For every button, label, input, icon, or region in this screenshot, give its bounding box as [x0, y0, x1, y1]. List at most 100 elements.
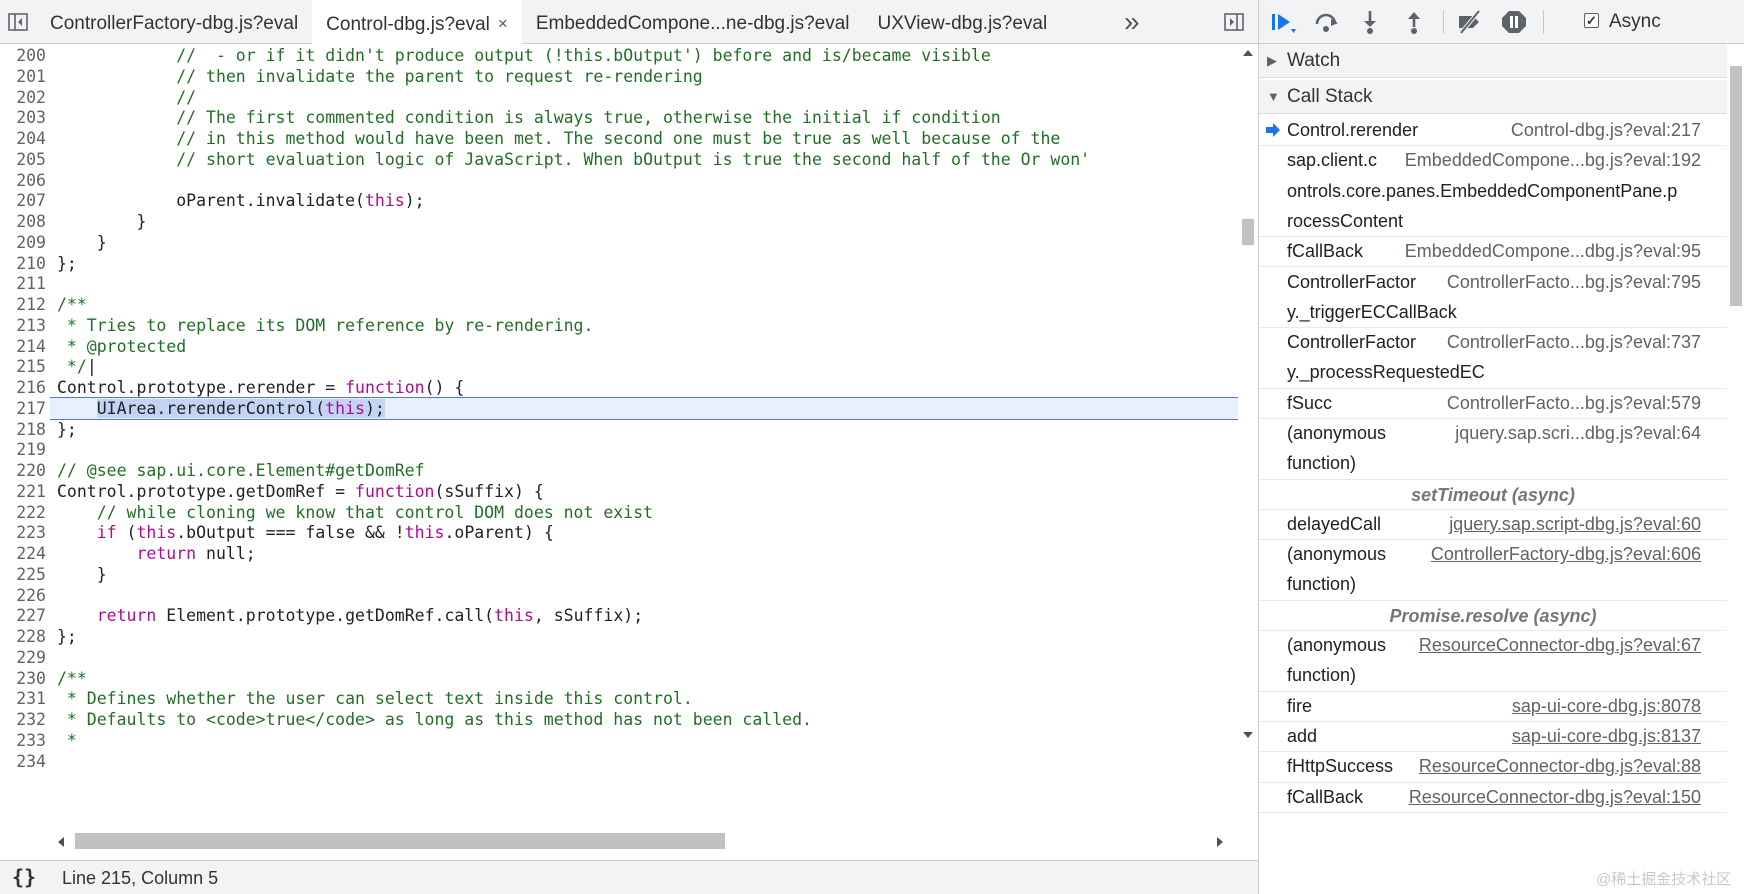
sidebar-vertical-scrollbar[interactable]: [1727, 44, 1744, 894]
line-number[interactable]: 224: [0, 542, 46, 565]
editor-tab[interactable]: ControllerFactory-dbg.js?eval: [36, 0, 312, 43]
line-number[interactable]: 202: [0, 86, 46, 109]
line-number[interactable]: 217: [0, 397, 46, 420]
line-number[interactable]: 216: [0, 376, 46, 399]
line-number[interactable]: 230: [0, 667, 46, 690]
toggle-debugger-icon[interactable]: [1222, 10, 1246, 34]
call-frame-location-link[interactable]: jquery.sap.scri...dbg.js?eval:64: [1455, 423, 1701, 444]
scroll-right-icon[interactable]: [1215, 836, 1225, 848]
line-number[interactable]: 226: [0, 584, 46, 607]
call-frame-location-link[interactable]: ResourceConnector-dbg.js?eval:67: [1419, 635, 1701, 656]
call-frame-function: (anonymous: [1287, 423, 1387, 443]
watch-section-header[interactable]: ▶ Watch: [1259, 44, 1727, 78]
line-number[interactable]: 234: [0, 750, 46, 773]
code-text: };: [57, 627, 77, 646]
editor-tab[interactable]: EmbeddedCompone...ne-dbg.js?eval: [522, 0, 864, 43]
call-frame[interactable]: sap.client.c ontrols.core.panes.EmbeddedC…: [1259, 146, 1727, 238]
line-number[interactable]: 219: [0, 438, 46, 461]
line-number[interactable]: 201: [0, 65, 46, 88]
line-number[interactable]: 233: [0, 729, 46, 752]
call-frame-current[interactable]: Control.rerender Control-dbg.js?eval:217: [1259, 116, 1727, 147]
close-tab-icon[interactable]: ×: [498, 0, 508, 48]
line-number[interactable]: 231: [0, 687, 46, 710]
line-number[interactable]: 229: [0, 646, 46, 669]
editor-vertical-scrollbar[interactable]: [1238, 44, 1258, 830]
call-frame-location-link[interactable]: sap-ui-core-dbg.js:8137: [1512, 726, 1701, 747]
call-frame[interactable]: delayedCall jquery.sap.script-dbg.js?eval…: [1259, 510, 1727, 541]
call-frame[interactable]: fCallBack EmbeddedCompone...dbg.js?eval:9…: [1259, 237, 1727, 268]
line-number[interactable]: 214: [0, 335, 46, 358]
call-frame[interactable]: add sap-ui-core-dbg.js:8137: [1259, 722, 1727, 753]
call-frame-function: fCallBack: [1287, 241, 1364, 262]
step-into-icon[interactable]: [1355, 8, 1385, 36]
call-frame-location-link[interactable]: EmbeddedCompone...dbg.js?eval:95: [1405, 241, 1701, 262]
call-frame-location-link[interactable]: ControllerFactory-dbg.js?eval:606: [1431, 544, 1701, 565]
resume-icon[interactable]: [1269, 8, 1299, 36]
sidebar-scroll-thumb[interactable]: [1730, 66, 1742, 306]
line-number[interactable]: 209: [0, 231, 46, 254]
line-number[interactable]: 222: [0, 501, 46, 524]
editor-horizontal-scroll-thumb[interactable]: [75, 833, 725, 849]
line-number[interactable]: 210: [0, 252, 46, 275]
line-number[interactable]: 223: [0, 521, 46, 544]
line-number[interactable]: 211: [0, 272, 46, 295]
call-frame[interactable]: fHttpSuccess ResourceConnector-dbg.js?eva…: [1259, 752, 1727, 783]
call-frame-location-link[interactable]: sap-ui-core-dbg.js:8078: [1512, 696, 1701, 717]
pretty-print-button[interactable]: {}: [12, 865, 36, 889]
line-number[interactable]: 225: [0, 563, 46, 586]
async-checkbox[interactable]: ✓: [1584, 13, 1599, 28]
editor-horizontal-scrollbar[interactable]: [50, 830, 1238, 852]
scroll-left-icon[interactable]: [56, 836, 66, 848]
step-out-icon[interactable]: [1399, 8, 1429, 36]
editor-tab[interactable]: Control-dbg.js?eval ×: [312, 0, 522, 44]
call-frame-location-link[interactable]: EmbeddedCompone...bg.js?eval:192: [1405, 150, 1701, 171]
line-number[interactable]: 212: [0, 293, 46, 316]
line-number[interactable]: 220: [0, 459, 46, 482]
code-line: 215 */|: [0, 355, 1238, 378]
line-number[interactable]: 221: [0, 480, 46, 503]
deactivate-breakpoints-icon[interactable]: [1455, 8, 1485, 36]
call-frame[interactable]: (anonymous function) ControllerFactory-dbg…: [1259, 540, 1727, 601]
more-tabs-icon[interactable]: »: [1124, 4, 1140, 40]
line-number[interactable]: 208: [0, 210, 46, 233]
line-number[interactable]: 228: [0, 625, 46, 648]
scroll-down-icon[interactable]: [1242, 730, 1254, 740]
line-number[interactable]: 215: [0, 355, 46, 378]
pause-on-exceptions-icon[interactable]: [1499, 8, 1529, 36]
line-number[interactable]: 203: [0, 106, 46, 129]
scroll-up-icon[interactable]: [1242, 48, 1254, 58]
call-frame[interactable]: (anonymous function) ResourceConnector-dbg…: [1259, 631, 1727, 692]
editor-tab[interactable]: UXView-dbg.js?eval: [864, 0, 1062, 43]
call-frame-location-link[interactable]: ControllerFacto...bg.js?eval:579: [1447, 393, 1701, 414]
toggle-navigator-icon[interactable]: [6, 10, 30, 34]
call-frame-location-link[interactable]: ResourceConnector-dbg.js?eval:150: [1409, 787, 1701, 808]
call-frame[interactable]: ControllerFactor y._triggerECCallBack Cont…: [1259, 268, 1727, 329]
code-view[interactable]: 200 // - or if it didn't produce output …: [0, 44, 1238, 830]
call-frame[interactable]: fCallBack ResourceConnector-dbg.js?eval:1…: [1259, 783, 1727, 813]
line-number[interactable]: 218: [0, 418, 46, 441]
line-number[interactable]: 207: [0, 189, 46, 212]
line-number[interactable]: 205: [0, 148, 46, 171]
line-number[interactable]: 232: [0, 708, 46, 731]
line-number[interactable]: 213: [0, 314, 46, 337]
call-frame[interactable]: ControllerFactor y._processRequestedEC Con…: [1259, 328, 1727, 389]
line-number[interactable]: 206: [0, 169, 46, 192]
line-number[interactable]: 200: [0, 44, 46, 67]
line-number[interactable]: 227: [0, 604, 46, 627]
call-frame-location-link[interactable]: ResourceConnector-dbg.js?eval:88: [1419, 756, 1701, 777]
async-boundary-label: Promise.resolve (async): [1259, 601, 1727, 632]
call-frame[interactable]: (anonymous function) jquery.sap.scri...dbg…: [1259, 419, 1727, 480]
call-frame[interactable]: fire sap-ui-core-dbg.js:8078: [1259, 692, 1727, 722]
cursor-position: Line 215, Column 5: [62, 868, 219, 888]
callstack-section-header[interactable]: ▼ Call Stack: [1259, 80, 1727, 114]
call-frame-location-link[interactable]: jquery.sap.script-dbg.js?eval:60: [1449, 514, 1701, 535]
call-frame-location-link[interactable]: Control-dbg.js?eval:217: [1511, 120, 1701, 141]
line-number[interactable]: 204: [0, 127, 46, 150]
step-over-icon[interactable]: [1311, 8, 1341, 36]
call-frame[interactable]: fSucc ControllerFacto...bg.js?eval:579: [1259, 389, 1727, 419]
call-frame-location-link[interactable]: ControllerFacto...bg.js?eval:795: [1447, 272, 1701, 293]
call-frame-location-link[interactable]: ControllerFacto...bg.js?eval:737: [1447, 332, 1701, 353]
editor-vertical-scroll-thumb[interactable]: [1242, 219, 1254, 245]
code-line: 213 * Tries to replace its DOM reference…: [0, 314, 1238, 337]
call-frame-function-continued: y._triggerECCallBack: [1287, 301, 1457, 322]
